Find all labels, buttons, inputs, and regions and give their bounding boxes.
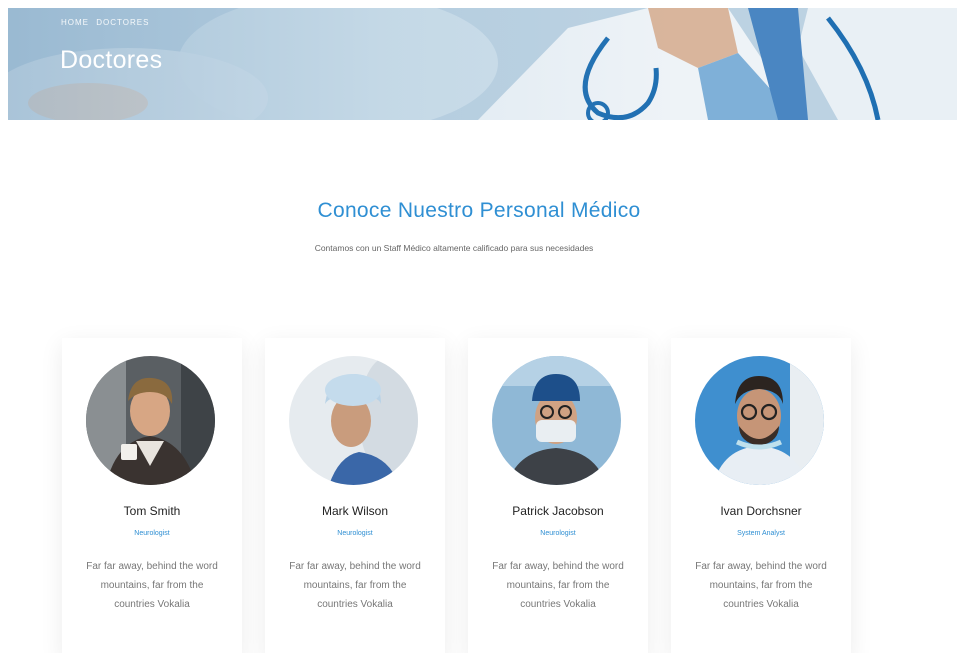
doctor-position: System Analyst — [737, 530, 785, 537]
section-title: Conoce Nuestro Personal Médico — [317, 199, 641, 222]
doctor-name[interactable]: Patrick Jacobson — [468, 504, 648, 518]
doctor-name[interactable]: Mark Wilson — [265, 504, 445, 518]
doctor-photo — [86, 356, 215, 485]
doctor-photo — [492, 356, 621, 485]
doctor-photo — [695, 356, 824, 485]
hero-banner: Home Doctores Doctores — [8, 8, 957, 120]
page-title: Doctores — [60, 46, 163, 74]
doctor-card-mark-wilson[interactable]: Mark Wilson Neurologist Far far away, be… — [265, 338, 445, 653]
doctor-bio: Far far away, behind the word mountains,… — [492, 561, 624, 610]
doctor-name[interactable]: Ivan Dorchsner — [671, 504, 851, 518]
doctor-card-patrick-jacobson[interactable]: Patrick Jacobson Neurologist Far far awa… — [468, 338, 648, 653]
page: Home Doctores Doctores Conoce Nuestro Pe… — [0, 0, 958, 653]
doctor-position: Neurologist — [540, 530, 576, 537]
doctor-position: Neurologist — [134, 530, 170, 537]
doctor-name[interactable]: Tom Smith — [62, 504, 242, 518]
doctor-card-tom-smith[interactable]: Tom Smith Neurologist Far far away, behi… — [62, 338, 242, 653]
breadcrumb: Home Doctores — [61, 18, 153, 27]
doctor-photo — [289, 356, 418, 485]
section-subtitle: Contamos con un Staff Médico altamente c… — [314, 243, 594, 253]
breadcrumb-home-link[interactable]: Home — [61, 18, 89, 27]
breadcrumb-current: Doctores — [96, 18, 150, 27]
doctor-bio: Far far away, behind the word mountains,… — [695, 561, 827, 610]
doctor-bio: Far far away, behind the word mountains,… — [289, 561, 421, 610]
doctor-bio: Far far away, behind the word mountains,… — [86, 561, 218, 610]
doctor-position: Neurologist — [337, 530, 373, 537]
doctor-card-ivan-dorchsner[interactable]: Ivan Dorchsner System Analyst Far far aw… — [671, 338, 851, 653]
